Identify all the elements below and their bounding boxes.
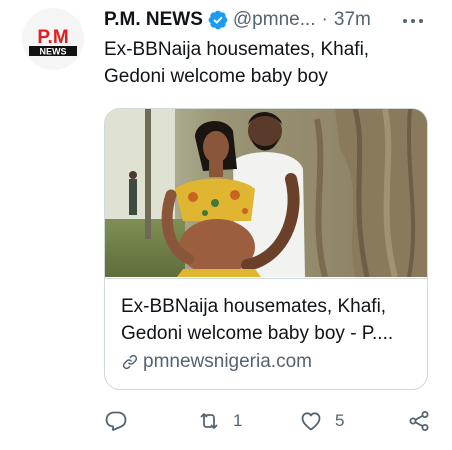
card-domain-text[interactable]: pmnewsnigeria.com xyxy=(143,349,312,375)
like-count: 5 xyxy=(335,411,345,430)
tweet-timestamp[interactable]: 37m xyxy=(334,9,371,31)
more-options-icon[interactable] xyxy=(398,6,428,36)
pm-news-logo: P.M NEWS xyxy=(22,8,84,70)
reply-icon xyxy=(105,411,127,431)
tweet-text: Ex-BBNaija housemates, Khafi, Gedoni wel… xyxy=(104,39,370,87)
reply-button[interactable] xyxy=(104,404,128,438)
share-button[interactable] xyxy=(407,404,431,438)
card-title[interactable]: Ex-BBNaija housemates, Khafi, Gedoni wel… xyxy=(121,293,417,347)
card-domain[interactable]: pmnewsnigeria.com xyxy=(121,349,312,375)
svg-text:P.M: P.M xyxy=(37,27,68,48)
svg-text:NEWS: NEWS xyxy=(40,47,67,57)
link-card[interactable]: Ex-BBNaija housemates, Khafi, Gedoni wel… xyxy=(104,108,428,390)
separator-dot: · xyxy=(321,9,328,30)
author-name[interactable]: P.M. NEWS xyxy=(104,9,203,31)
tweet[interactable]: P.M NEWS P.M. NEWS @pmne... · 37m Ex-BBN… xyxy=(0,0,452,450)
retweet-icon xyxy=(200,413,218,429)
author-avatar[interactable]: P.M NEWS xyxy=(22,8,84,70)
share-icon xyxy=(409,411,429,431)
link-icon xyxy=(122,354,138,370)
retweet-count: 1 xyxy=(233,411,243,430)
tweet-actions: 1 5 xyxy=(104,404,434,438)
card-body[interactable]: Ex-BBNaija housemates, Khafi, Gedoni wel… xyxy=(105,278,427,372)
verified-badge-icon xyxy=(208,10,228,30)
author-handle[interactable]: @pmne... xyxy=(233,9,316,31)
tweet-header: P.M. NEWS @pmne... · 37m xyxy=(104,8,371,32)
heart-icon xyxy=(301,412,321,431)
card-image[interactable] xyxy=(105,109,427,277)
like-button[interactable]: 5 xyxy=(299,404,344,438)
retweet-button[interactable]: 1 xyxy=(197,404,242,438)
